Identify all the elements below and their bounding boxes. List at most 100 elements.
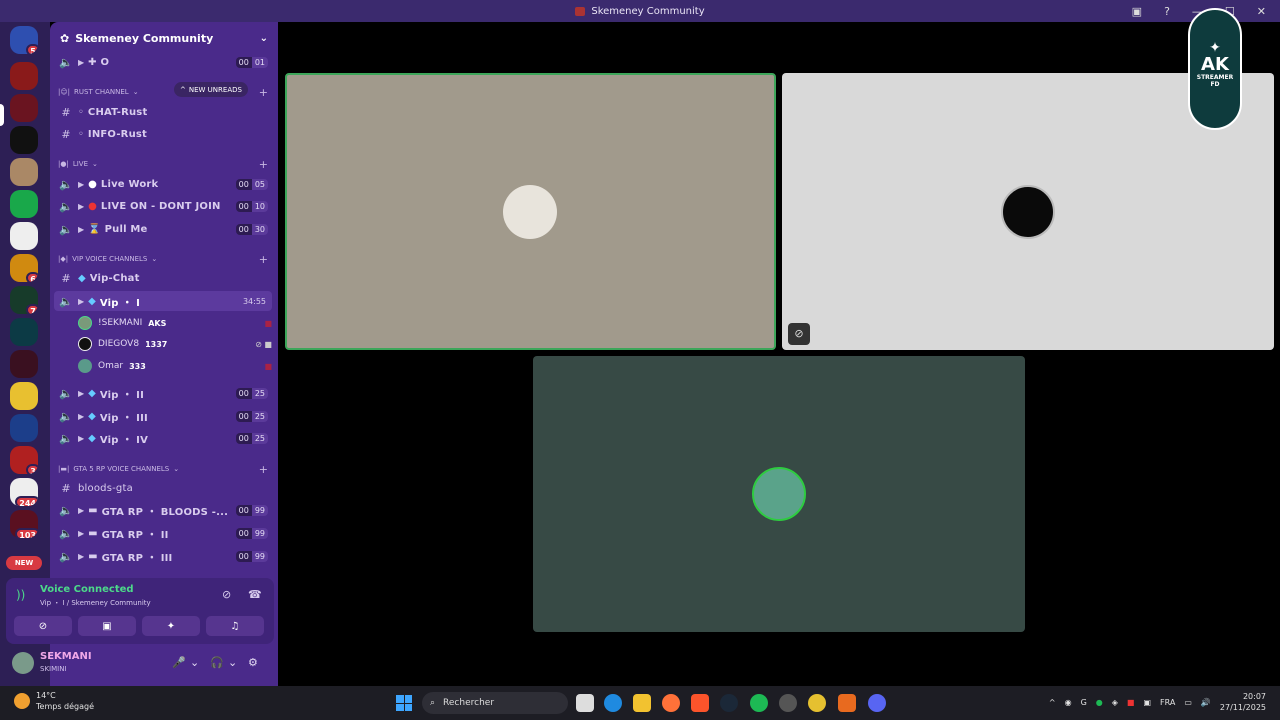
tray-app-icon[interactable]: G: [1081, 698, 1087, 707]
user-name[interactable]: SEKMANI: [40, 651, 92, 662]
text-channel[interactable]: # ◦ INFO-Rust: [54, 124, 272, 144]
spotify-icon[interactable]: [750, 694, 768, 712]
clock[interactable]: 20:07 27/11/2025: [1220, 691, 1266, 713]
tray-app-icon[interactable]: ■: [1127, 698, 1135, 707]
server-header[interactable]: ✿ Skemeney Community ⌄: [50, 22, 278, 54]
search-box[interactable]: ⌕ Rechercher: [422, 692, 568, 714]
user-limit-counter: 00 10: [235, 200, 268, 212]
activities-button[interactable]: ✦: [142, 616, 200, 636]
server-icon-14[interactable]: 3: [10, 446, 38, 474]
user-limit-counter: 00 99: [235, 527, 268, 539]
tray-app-icon[interactable]: ◉: [1065, 698, 1072, 707]
chevron-down-icon[interactable]: ⌄: [190, 656, 199, 669]
arrow-icon: ▶: [78, 433, 85, 443]
add-channel-icon[interactable]: +: [259, 86, 268, 99]
voice-user[interactable]: Omar 333 ■: [78, 356, 272, 376]
text-channel[interactable]: # bloods-gta: [54, 478, 272, 498]
voice-channel[interactable]: 🔈 ▶ ● LIVE ON - DONT JOIN 00 10: [54, 196, 272, 216]
tray-app-icon[interactable]: ●: [1096, 698, 1103, 707]
user-limit-counter: 00 25: [235, 432, 268, 444]
gear-icon[interactable]: ⚙: [248, 656, 258, 669]
noise-suppression-icon[interactable]: ⊘: [222, 588, 231, 601]
brave-icon[interactable]: [691, 694, 709, 712]
screen-share-button[interactable]: ▣: [78, 616, 136, 636]
server-icon-4[interactable]: [10, 126, 38, 154]
server-icon-10[interactable]: [10, 318, 38, 346]
add-channel-icon[interactable]: +: [259, 463, 268, 476]
chrome-icon[interactable]: [808, 694, 826, 712]
language-indicator[interactable]: FRA: [1160, 698, 1175, 707]
server-icon-12[interactable]: [10, 382, 38, 410]
channel-name: O: [100, 56, 110, 68]
add-channel-icon[interactable]: +: [259, 253, 268, 266]
server-icon-6[interactable]: [10, 190, 38, 218]
app-icon[interactable]: [779, 694, 797, 712]
avatar[interactable]: [12, 652, 34, 674]
user-limit-counter: 00 25: [235, 387, 268, 399]
voice-channel[interactable]: 🔈 ▶ ◆ Vip ・ II 00 25: [54, 383, 272, 403]
voice-user[interactable]: !SEKMANI AKS ■: [78, 313, 272, 333]
firefox-icon[interactable]: [662, 694, 680, 712]
edge-icon[interactable]: [604, 694, 622, 712]
counter-b: 25: [251, 432, 268, 444]
task-view-icon[interactable]: [576, 694, 594, 712]
voice-channel[interactable]: 🔈 ▶ ▬ GTA RP ・ BLOODS -... 00 99: [54, 500, 272, 520]
server-icon-skemeney[interactable]: [10, 94, 38, 122]
server-icon-7[interactable]: [10, 222, 38, 250]
voice-user[interactable]: DIEGOV8 1337 ⊘ ■: [78, 334, 272, 354]
category-rust[interactable]: |☺| Rust channel ⌄ +: [58, 85, 272, 99]
category-vip[interactable]: |◆| VIP VOICE CHANNELS ⌄ +: [58, 252, 272, 266]
server-icon-9[interactable]: 7: [10, 286, 38, 314]
voice-channel-top[interactable]: 🔈 ▶ ✚ O 00 01: [54, 52, 272, 72]
server-icon-5[interactable]: [10, 158, 38, 186]
server-icon-16[interactable]: 103: [10, 510, 38, 538]
voice-channel[interactable]: 🔈 ▶ ⌛ Pull Me 00 30: [54, 219, 272, 239]
help-icon[interactable]: ?: [1164, 5, 1170, 18]
chevron-up-icon[interactable]: ^: [1049, 698, 1056, 707]
soundboard-button[interactable]: ♫: [206, 616, 264, 636]
file-explorer-icon[interactable]: [633, 694, 651, 712]
text-channel[interactable]: # ◦ CHAT-Rust: [54, 102, 272, 122]
discord-icon[interactable]: [868, 694, 886, 712]
voice-channel[interactable]: 🔈 ▶ ● Live Work 00 05: [54, 174, 272, 194]
steam-icon[interactable]: [720, 694, 738, 712]
voice-channel-active[interactable]: 🔈 ▶ ◆ Vip ・ I 34:55: [54, 291, 272, 311]
close-button[interactable]: ✕: [1257, 5, 1266, 18]
add-channel-icon[interactable]: +: [259, 158, 268, 171]
app-icon[interactable]: [838, 694, 856, 712]
server-icon-8[interactable]: 6: [10, 254, 38, 282]
voice-channel[interactable]: 🔈 ▶ ▬ GTA RP ・ II 00 99: [54, 523, 272, 543]
server-icon-1[interactable]: 5: [10, 26, 38, 54]
signal-icon[interactable]: )): [16, 588, 25, 602]
network-icon[interactable]: ▭: [1184, 698, 1192, 707]
inbox-icon[interactable]: ▣: [1132, 5, 1142, 18]
chevron-down-icon[interactable]: ⌄: [228, 656, 237, 669]
volume-icon[interactable]: 🔊: [1201, 698, 1211, 707]
participant-tile[interactable]: [533, 356, 1025, 632]
server-icon-uk[interactable]: [10, 414, 38, 442]
server-guild-icon: ✿: [60, 31, 70, 45]
category-gta[interactable]: |▬| GTA 5 RP VOICE CHANNELS ⌄ +: [58, 462, 272, 476]
server-icon-11[interactable]: [10, 350, 38, 378]
voice-channel[interactable]: 🔈 ▶ ◆ Vip ・ III 00 25: [54, 406, 272, 426]
start-button[interactable]: [396, 695, 412, 711]
weather-widget[interactable]: 14°C Temps dégagé: [14, 690, 94, 712]
counter-b: 30: [251, 223, 268, 235]
new-servers-pill[interactable]: NEW: [6, 556, 42, 570]
steam-tray-icon[interactable]: ◈: [1112, 698, 1118, 707]
diamond-icon: ◆: [88, 432, 96, 444]
headphones-icon[interactable]: 🎧: [210, 656, 224, 669]
voice-channel[interactable]: 🔈 ▶ ◆ Vip ・ IV 00 25: [54, 428, 272, 448]
participant-tile-speaking[interactable]: [285, 73, 776, 350]
camera-button[interactable]: ⊘: [14, 616, 72, 636]
category-live[interactable]: |●| LIVE ⌄ +: [58, 157, 272, 171]
voice-channel[interactable]: 🔈 ▶ ▬ GTA RP ・ III 00 99: [54, 546, 272, 566]
server-icon-2[interactable]: [10, 62, 38, 90]
disconnect-icon[interactable]: ☎: [248, 588, 262, 601]
counter-a: 00: [235, 527, 252, 539]
voice-location[interactable]: Vip ・ I / Skemeney Community: [40, 598, 151, 608]
text-channel[interactable]: # ◆ Vip-Chat: [54, 268, 272, 288]
tray-app-icon[interactable]: ▣: [1143, 698, 1151, 707]
server-icon-15[interactable]: 244: [10, 478, 38, 506]
microphone-icon[interactable]: 🎤: [172, 656, 186, 669]
